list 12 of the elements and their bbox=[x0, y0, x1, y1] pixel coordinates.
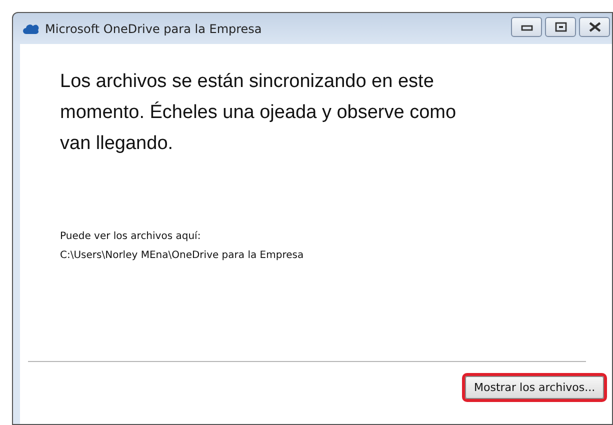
minimize-button[interactable] bbox=[511, 17, 542, 37]
maximize-button[interactable] bbox=[545, 17, 576, 37]
window-title: Microsoft OneDrive para la Empresa bbox=[45, 22, 262, 36]
minimize-icon bbox=[520, 23, 532, 31]
show-files-button[interactable]: Mostrar los archivos... bbox=[465, 376, 604, 399]
location-label: Puede ver los archivos aquí: bbox=[60, 230, 202, 244]
close-icon bbox=[588, 22, 602, 32]
status-message: Los archivos se están sincronizando en este momento. Écheles una ojeada y observe como van llegando. bbox=[60, 70, 458, 156]
cloud-icon bbox=[23, 22, 39, 34]
folder-path: C:\Users\Norley MEna\OneDrive para la Empresa bbox=[60, 249, 305, 263]
maximize-icon bbox=[554, 22, 566, 32]
close-button[interactable] bbox=[579, 17, 610, 37]
